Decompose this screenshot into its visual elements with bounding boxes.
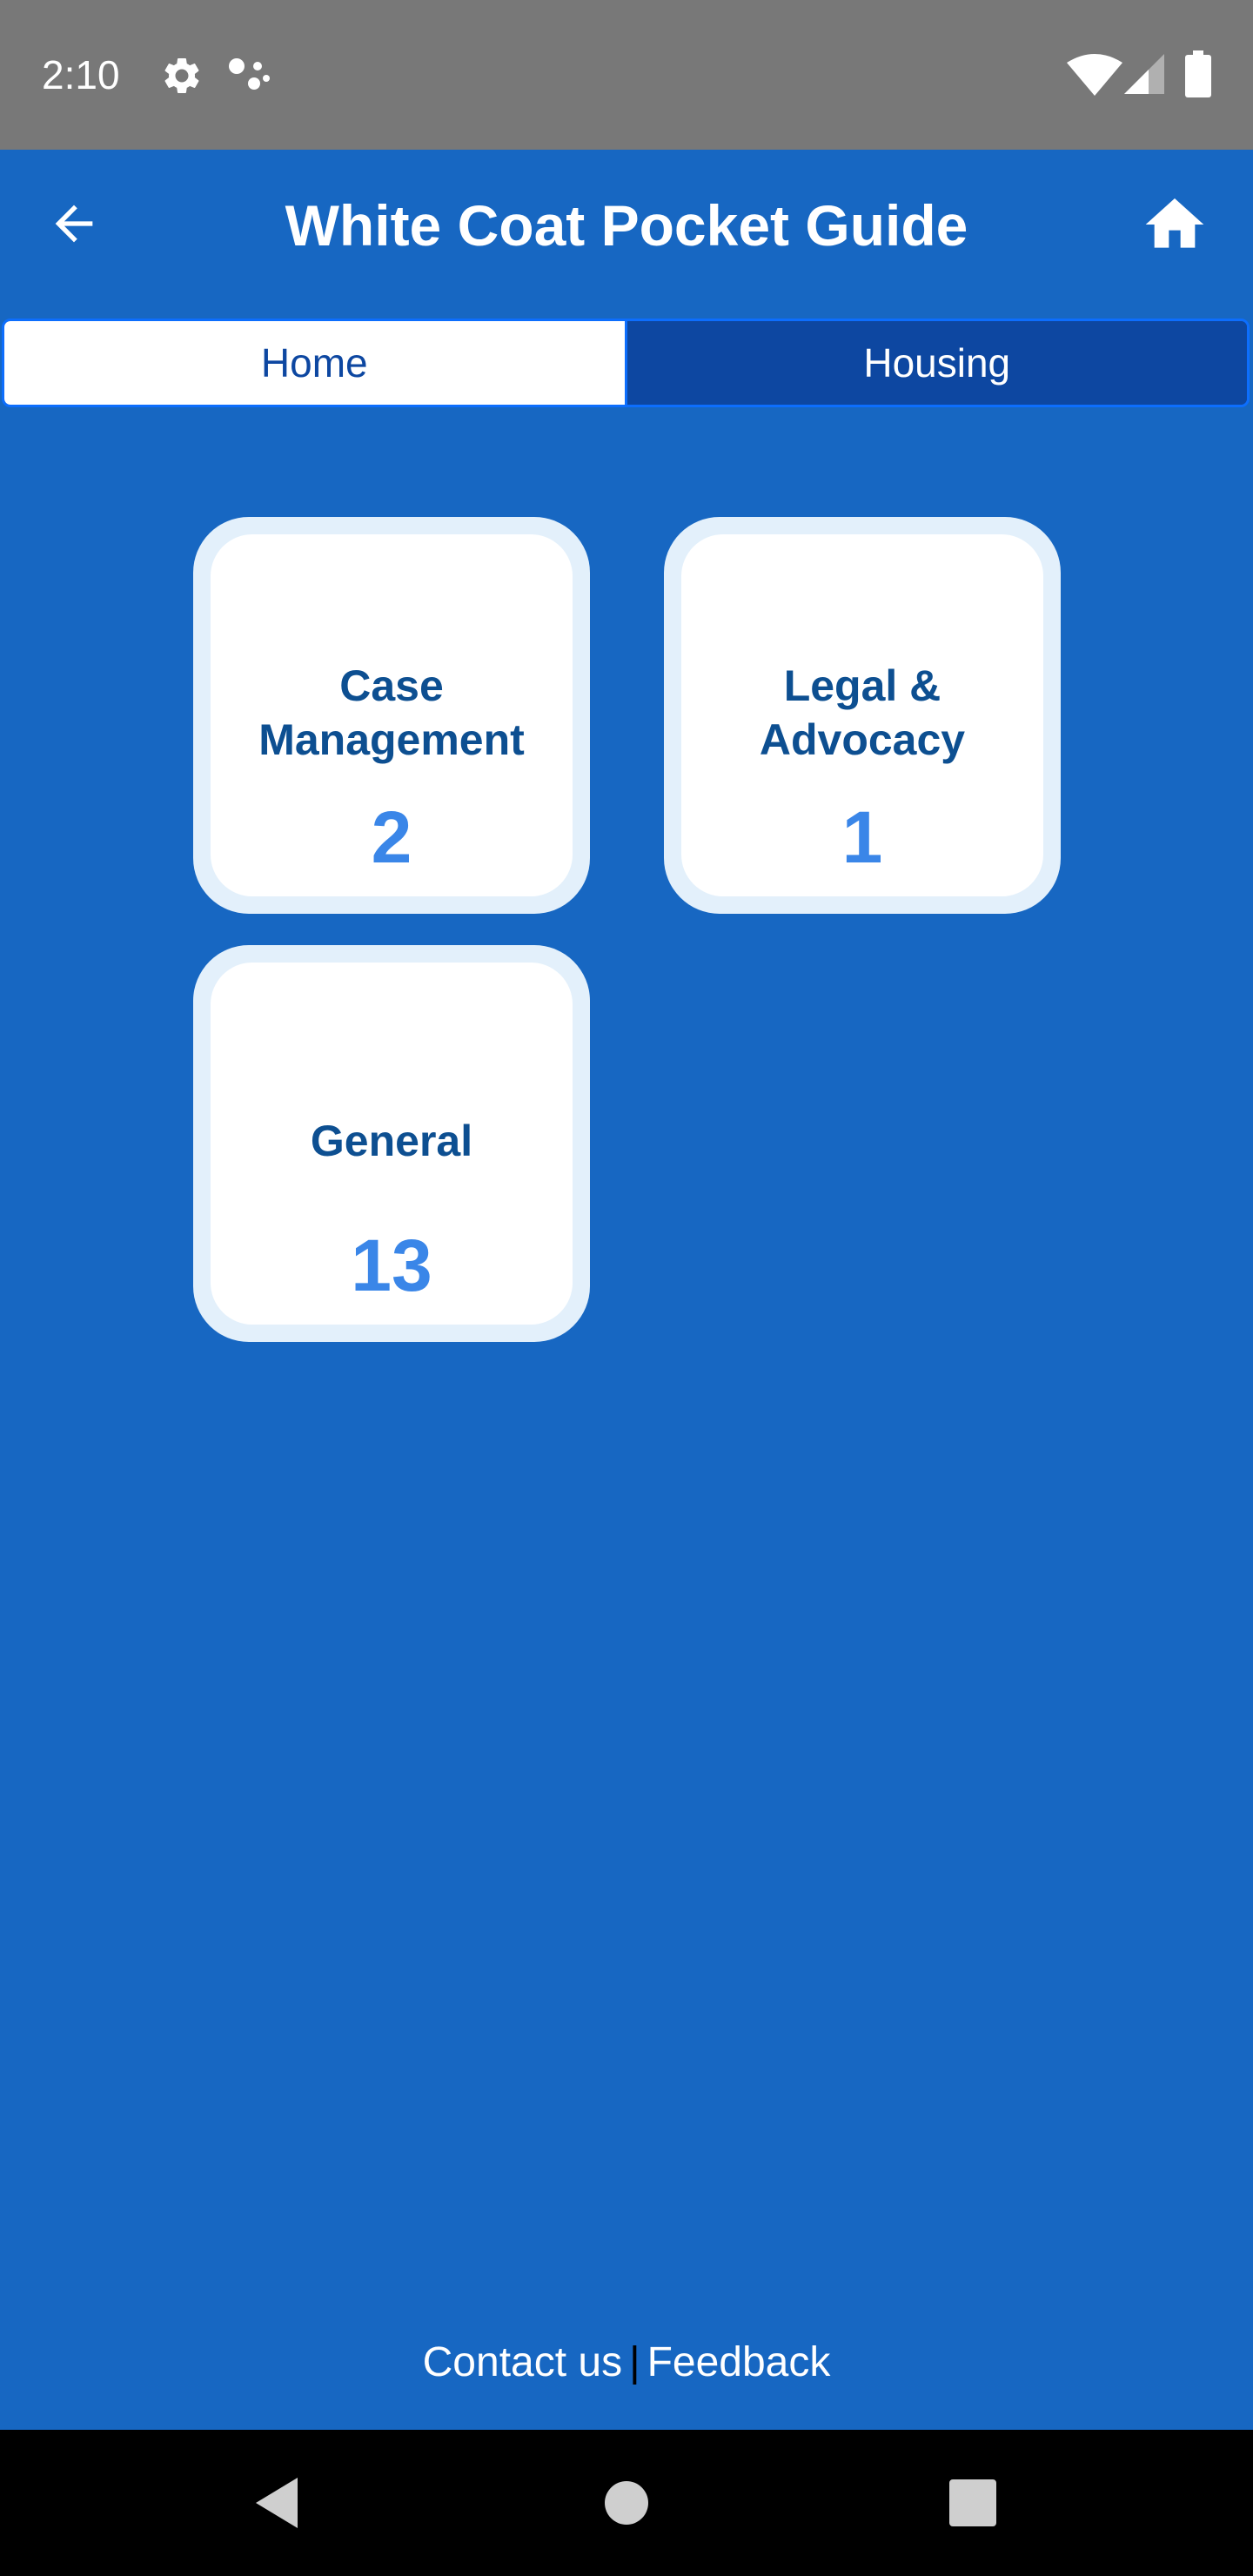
home-button[interactable] <box>1131 181 1218 268</box>
nav-back-button[interactable] <box>242 2468 312 2538</box>
tab-housing[interactable]: Housing <box>626 321 1247 405</box>
contact-us-link[interactable]: Contact us <box>423 2339 622 2385</box>
card-label: Case Management <box>258 661 525 764</box>
home-icon <box>1145 198 1204 248</box>
card-legal-advocacy[interactable]: Legal & Advocacy 1 <box>664 517 1061 914</box>
card-body: General 13 <box>211 963 573 1325</box>
page-title: White Coat Pocket Guide <box>285 193 968 258</box>
status-time: 2:10 <box>42 52 120 97</box>
card-body: Legal & Advocacy 1 <box>681 534 1043 896</box>
nav-recents-button[interactable] <box>938 2468 1008 2538</box>
system-nav-bar <box>0 2430 1253 2576</box>
card-count: 1 <box>841 796 883 878</box>
footer-separator: | <box>629 2339 640 2385</box>
tab-home[interactable]: Home <box>4 321 627 405</box>
recents-square-icon <box>949 2479 996 2526</box>
feedback-link[interactable]: Feedback <box>647 2339 831 2385</box>
card-count: 2 <box>371 796 412 878</box>
nav-home-button[interactable] <box>592 2468 661 2538</box>
card-body: Case Management 2 <box>211 534 573 896</box>
card-label: Legal & Advocacy <box>759 661 966 764</box>
card-general[interactable]: General 13 <box>193 945 590 1342</box>
back-button[interactable] <box>35 184 113 263</box>
battery-icon <box>1185 50 1211 97</box>
tab-bar: Home Housing <box>2 319 1250 407</box>
card-label: General <box>310 1117 473 1165</box>
cellular-signal-icon <box>1124 54 1164 94</box>
card-count: 13 <box>351 1224 432 1306</box>
home-circle-icon <box>605 2481 648 2525</box>
assistant-dots-icon <box>229 58 270 90</box>
arrow-left-icon <box>55 205 93 243</box>
back-triangle-icon <box>256 2478 298 2528</box>
gear-icon <box>164 57 199 93</box>
footer: Contact us | Feedback <box>0 2332 1253 2393</box>
status-bar: 2:10 <box>0 0 1253 150</box>
card-case-management[interactable]: Case Management 2 <box>193 517 590 914</box>
app-bar: White Coat Pocket Guide <box>0 150 1253 315</box>
wifi-icon <box>1067 54 1122 96</box>
